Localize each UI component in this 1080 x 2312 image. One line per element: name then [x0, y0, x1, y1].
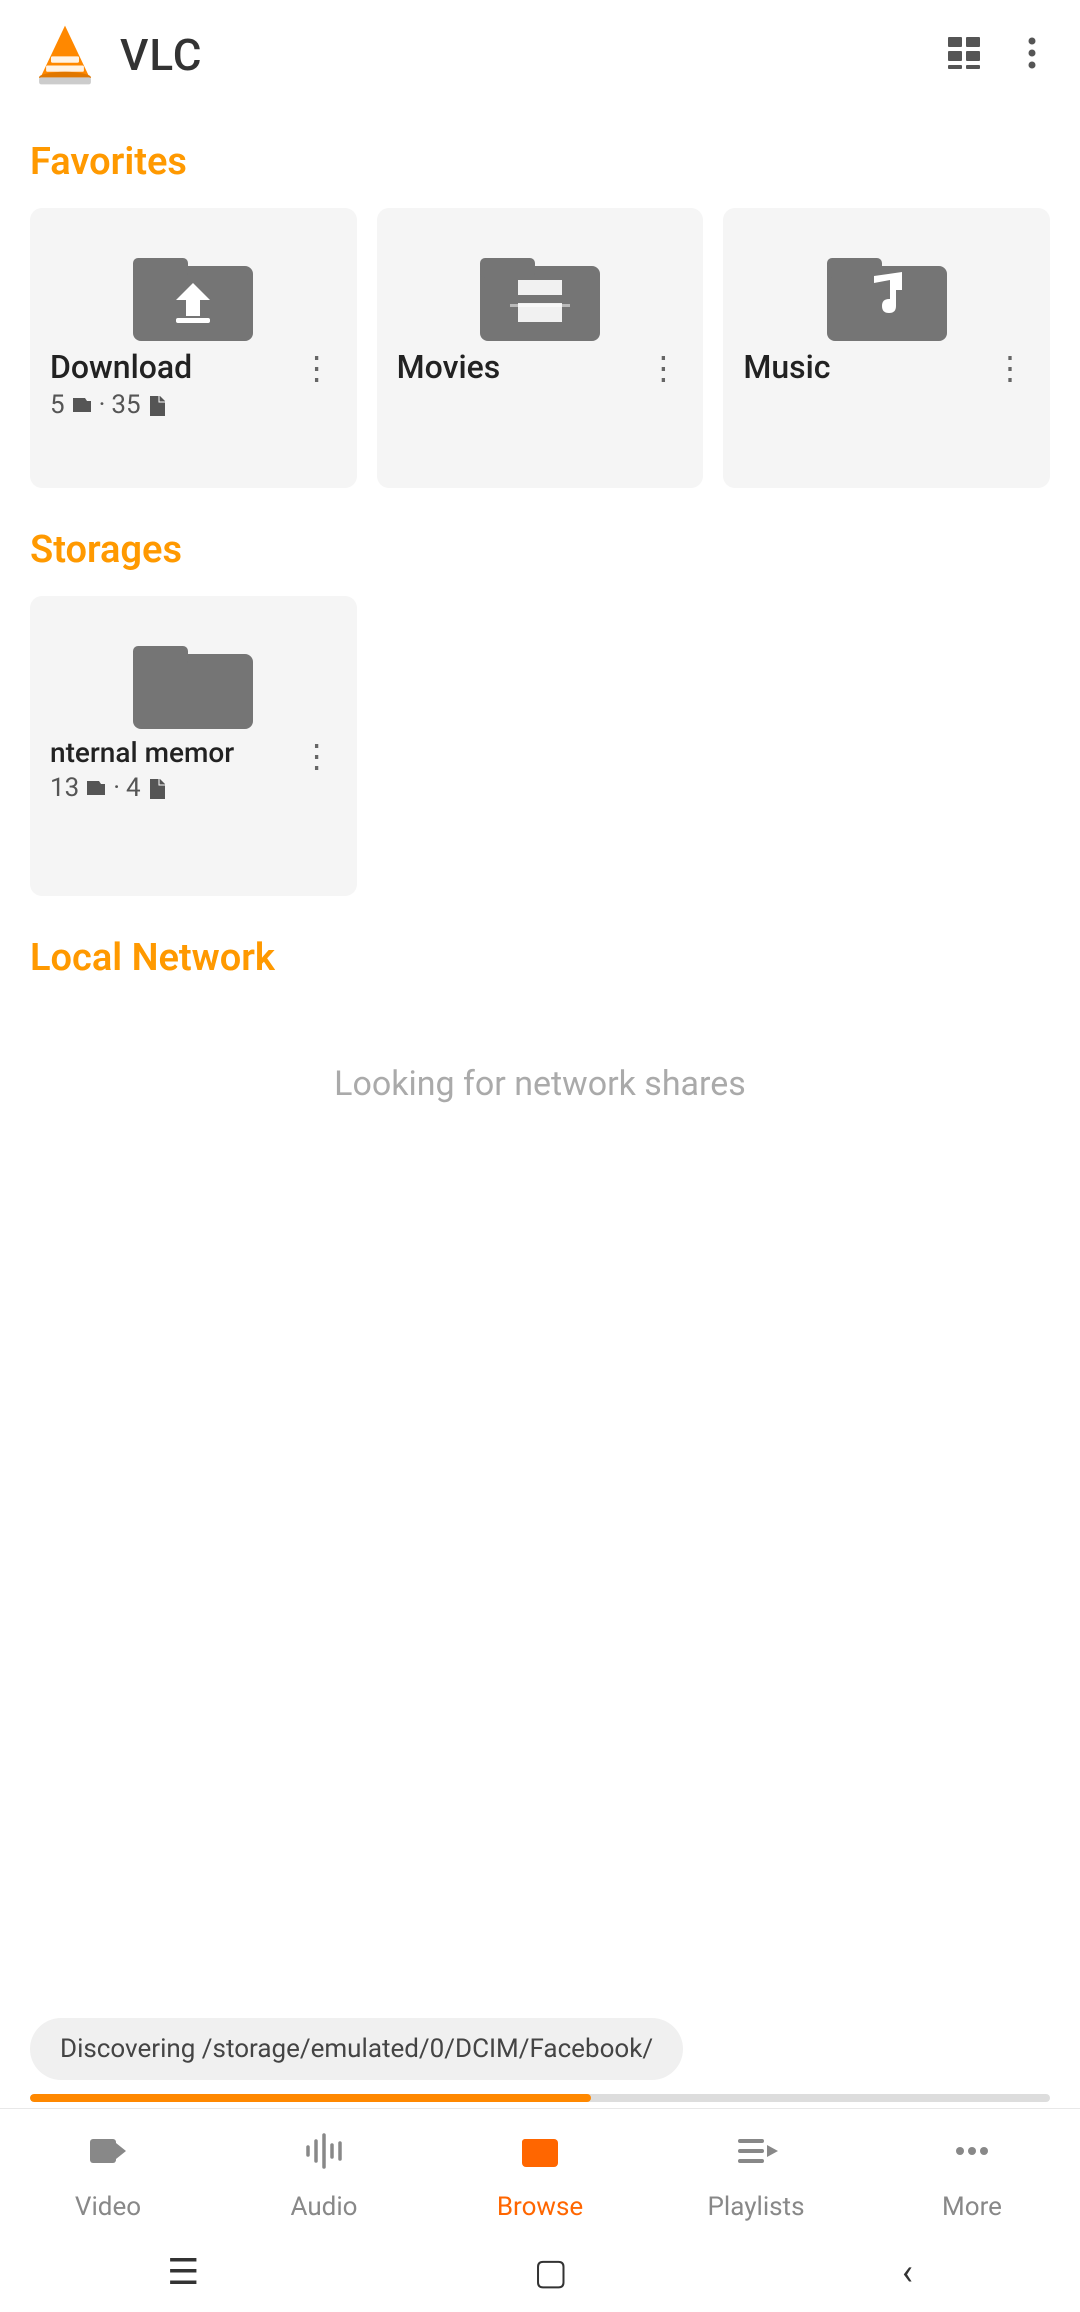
storage-folder-meta: 13 · 4 [50, 773, 297, 803]
grid-view-icon[interactable] [944, 33, 984, 77]
local-network-empty: Looking for network shares [30, 1004, 1050, 1164]
overflow-menu-icon[interactable] [1014, 35, 1050, 75]
movies-folder-name: Movies [397, 348, 644, 386]
system-home-icon[interactable]: ▢ [534, 2251, 568, 2293]
download-folder-more-icon[interactable]: ⋮ [297, 348, 337, 388]
audio-icon [302, 2129, 346, 2184]
storages-grid: nternal memor 13 · 4 ⋮ [30, 596, 1050, 896]
progress-fill [30, 2094, 591, 2102]
local-network-title: Local Network [30, 936, 1050, 980]
movies-folder-card[interactable]: Movies ⋮ [377, 208, 704, 488]
nav-audio-label: Audio [291, 2192, 358, 2222]
internal-memory-card[interactable]: nternal memor 13 · 4 ⋮ [30, 596, 357, 896]
download-folder-icon [128, 238, 258, 348]
nav-video-label: Video [75, 2192, 141, 2222]
nav-video[interactable]: Video [0, 2129, 216, 2222]
movies-folder-icon [475, 238, 605, 348]
vlc-logo [30, 20, 100, 90]
system-menu-icon[interactable]: ☰ [167, 2251, 199, 2293]
more-icon [950, 2129, 994, 2184]
music-folder-more-icon[interactable]: ⋮ [990, 348, 1030, 388]
bottom-status-area: Discovering /storage/emulated/0/DCIM/Fac… [30, 2018, 1050, 2102]
music-folder-card[interactable]: Music ⋮ [723, 208, 1050, 488]
storages-section: Storages nternal memor 13 · 4 [30, 528, 1050, 896]
download-folder-meta: 5 · 35 [50, 390, 297, 420]
system-back-icon[interactable]: ‹ [902, 2251, 913, 2293]
music-folder-icon [822, 238, 952, 348]
nav-browse-label: Browse [497, 2192, 583, 2222]
nav-browse[interactable]: Browse [432, 2129, 648, 2222]
music-folder-name: Music [743, 348, 990, 386]
favorites-title: Favorites [30, 140, 1050, 184]
nav-playlists[interactable]: Playlists [648, 2129, 864, 2222]
status-text: Discovering /storage/emulated/0/DCIM/Fac… [30, 2018, 683, 2080]
system-nav: ☰ ▢ ‹ [0, 2232, 1080, 2312]
favorites-section: Favorites Download 5 [30, 140, 1050, 488]
app-title: VLC [120, 29, 203, 81]
download-folder-card[interactable]: Download 5 · 35 ⋮ [30, 208, 357, 488]
nav-more[interactable]: More [864, 2129, 1080, 2222]
browse-icon [518, 2129, 562, 2184]
storage-folder-name: nternal memor [50, 736, 297, 769]
storages-title: Storages [30, 528, 1050, 572]
storage-folder-icon [128, 626, 258, 736]
storage-more-icon[interactable]: ⋮ [297, 736, 337, 776]
video-icon [86, 2129, 130, 2184]
nav-playlists-label: Playlists [708, 2192, 805, 2222]
playlists-icon [734, 2129, 778, 2184]
nav-audio[interactable]: Audio [216, 2129, 432, 2222]
app-bar: VLC [0, 0, 1080, 110]
local-network-section: Local Network Looking for network shares [30, 936, 1050, 1164]
download-folder-name: Download [50, 348, 297, 386]
favorites-grid: Download 5 · 35 ⋮ [30, 208, 1050, 488]
movies-folder-more-icon[interactable]: ⋮ [643, 348, 683, 388]
bottom-nav: Video Audio Browse Playlists [0, 2108, 1080, 2232]
nav-more-label: More [942, 2192, 1002, 2222]
progress-bar [30, 2094, 1050, 2102]
